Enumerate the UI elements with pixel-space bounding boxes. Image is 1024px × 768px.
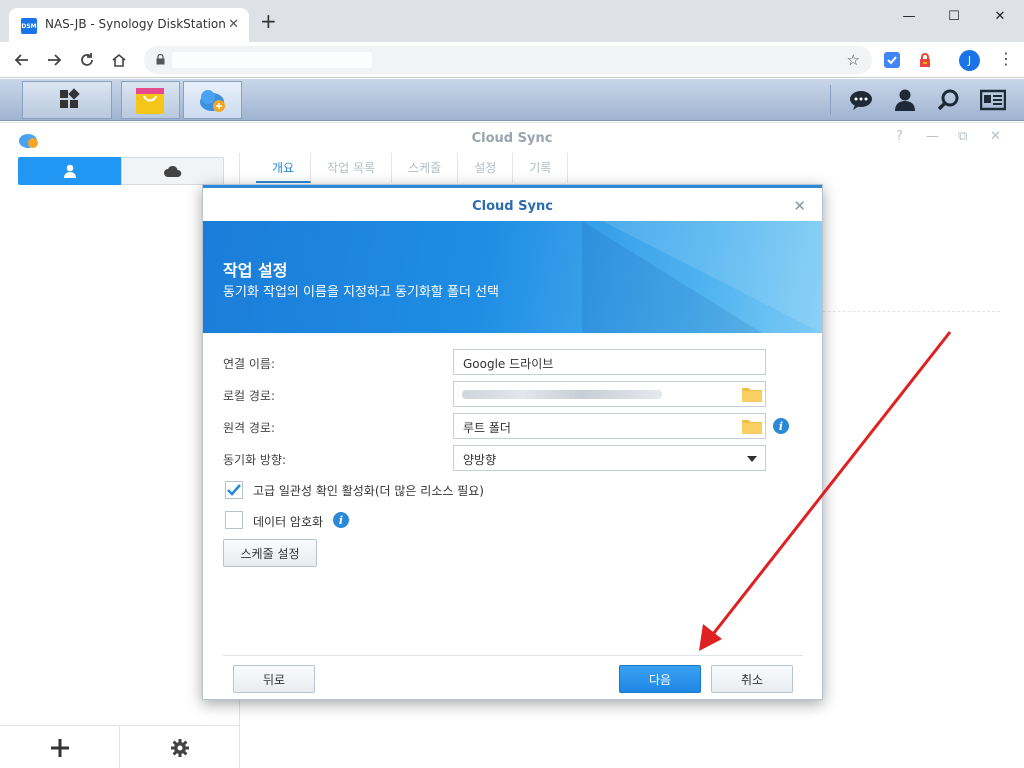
url-text: [172, 52, 372, 68]
gear-icon: [171, 739, 189, 757]
widgets-icon[interactable]: [979, 89, 1007, 111]
sync-direction-select[interactable]: 양방향: [453, 445, 766, 471]
dialog-title: Cloud Sync: [472, 199, 553, 214]
app-tabs: 개요 작업 목록 스케줄 설정 기록: [256, 153, 569, 183]
data-encryption-checkbox[interactable]: [225, 511, 243, 529]
tab-log[interactable]: 기록: [513, 153, 569, 183]
back-arrow-icon[interactable]: [12, 50, 32, 70]
remote-path-label: 원격 경로:: [223, 421, 276, 435]
sidebar-cloud-tab[interactable]: [121, 157, 224, 185]
app-restore-icon[interactable]: ⧉: [958, 129, 967, 144]
help-icon[interactable]: ?: [896, 129, 903, 144]
window-title: Cloud Sync: [471, 131, 553, 146]
tab-task-list[interactable]: 작업 목록: [311, 153, 393, 183]
dialog-banner: 작업 설정 동기화 작업의 이름을 지정하고 동기화할 폴더 선택: [203, 221, 822, 333]
sync-direction-value: 양방향: [463, 453, 497, 467]
dsm-taskbar: [0, 79, 1024, 121]
connection-name-field[interactable]: Google 드라이브: [453, 349, 766, 375]
sync-direction-label: 동기화 방향:: [223, 453, 287, 467]
browser-menu-icon[interactable]: ⋮: [998, 50, 1014, 68]
local-path-field[interactable]: [453, 381, 766, 407]
settings-button[interactable]: [120, 726, 240, 768]
browser-toolbar: ☆: [0, 42, 1024, 78]
banner-subtitle: 동기화 작업의 이름을 지정하고 동기화할 폴더 선택: [223, 285, 499, 300]
window-close-button[interactable]: ✕: [977, 6, 1023, 26]
encryption-info-icon[interactable]: i: [333, 512, 349, 528]
remote-path-field[interactable]: 루트 폴더: [453, 413, 766, 439]
user-icon: [63, 164, 76, 178]
extension-check-icon[interactable]: [884, 52, 900, 68]
user-options-icon[interactable]: [893, 89, 917, 111]
extension-lock-icon[interactable]: [917, 52, 933, 68]
address-bar[interactable]: ☆: [144, 46, 872, 74]
back-button[interactable]: 뒤로: [233, 665, 315, 693]
tab-close-icon[interactable]: ✕: [228, 17, 239, 32]
cancel-button[interactable]: 취소: [711, 665, 793, 693]
connection-name-value: Google 드라이브: [463, 357, 554, 371]
consistency-check-label: 고급 일관성 확인 활성화(더 많은 리소스 필요): [253, 484, 484, 498]
tab-settings[interactable]: 설정: [458, 153, 514, 183]
local-path-value: [462, 390, 662, 399]
browser-tabstrip: DSM NAS-JB - Synology DiskStation ✕ + — …: [0, 0, 1024, 42]
remote-path-value: 루트 폴더: [463, 421, 511, 435]
remote-folder-icon[interactable]: [741, 417, 763, 435]
consistency-check-checkbox[interactable]: [225, 481, 243, 499]
main-menu-icon: [60, 88, 80, 108]
cloud-icon: [163, 165, 181, 177]
main-menu-button[interactable]: [22, 81, 112, 119]
chevron-down-icon: [747, 456, 757, 462]
forward-arrow-icon[interactable]: [44, 50, 64, 70]
window-minimize-button[interactable]: —: [886, 6, 932, 26]
dsm-favicon-icon: DSM: [21, 18, 37, 34]
local-folder-icon[interactable]: [741, 385, 763, 403]
sidebar-footer: [0, 725, 240, 768]
taskbar-separator: [830, 85, 831, 115]
tab-overview[interactable]: 개요: [256, 153, 312, 183]
task-settings-dialog: Cloud Sync ✕ 작업 설정 동기화 작업의 이름을 지정하고 동기화할…: [202, 184, 823, 700]
checkmark-icon: [227, 484, 241, 496]
package-center-button[interactable]: [121, 81, 180, 119]
dialog-footer-divider: [223, 655, 803, 656]
tab-schedule[interactable]: 스케줄: [392, 153, 459, 183]
home-icon[interactable]: [109, 50, 129, 70]
tab-title: NAS-JB - Synology DiskStation: [45, 17, 226, 31]
app-close-icon[interactable]: ✕: [990, 129, 1001, 144]
schedule-settings-button[interactable]: 스케줄 설정: [223, 539, 317, 567]
dialog-close-icon[interactable]: ✕: [793, 197, 806, 215]
local-path-label: 로컬 경로:: [223, 389, 276, 403]
new-tab-button[interactable]: +: [260, 11, 277, 31]
next-button[interactable]: 다음: [619, 665, 701, 693]
banner-decoration-2: [582, 221, 762, 333]
cloud-sync-taskbar-button[interactable]: [183, 81, 242, 119]
sidebar-user-tab[interactable]: [18, 157, 121, 185]
plus-icon: [50, 739, 69, 757]
profile-avatar[interactable]: J: [959, 50, 980, 71]
data-encryption-label: 데이터 암호화: [253, 515, 324, 529]
cloud-sync-icon: [200, 90, 225, 112]
connection-name-label: 연결 이름:: [223, 357, 276, 371]
app-minimize-icon[interactable]: —: [926, 129, 939, 144]
reload-icon[interactable]: [77, 50, 97, 70]
window-maximize-button[interactable]: ☐: [931, 6, 977, 26]
add-connection-button[interactable]: [0, 726, 120, 768]
notification-chat-icon[interactable]: [849, 89, 873, 111]
browser-tab[interactable]: DSM NAS-JB - Synology DiskStation ✕: [9, 8, 249, 42]
banner-title: 작업 설정: [223, 261, 288, 280]
lock-icon: [156, 54, 165, 65]
bookmark-star-icon[interactable]: ☆: [847, 51, 860, 69]
search-icon[interactable]: [937, 89, 961, 111]
dialog-header: Cloud Sync ✕: [203, 185, 822, 221]
package-center-icon: [136, 88, 164, 114]
remote-path-info-icon[interactable]: i: [773, 418, 789, 434]
